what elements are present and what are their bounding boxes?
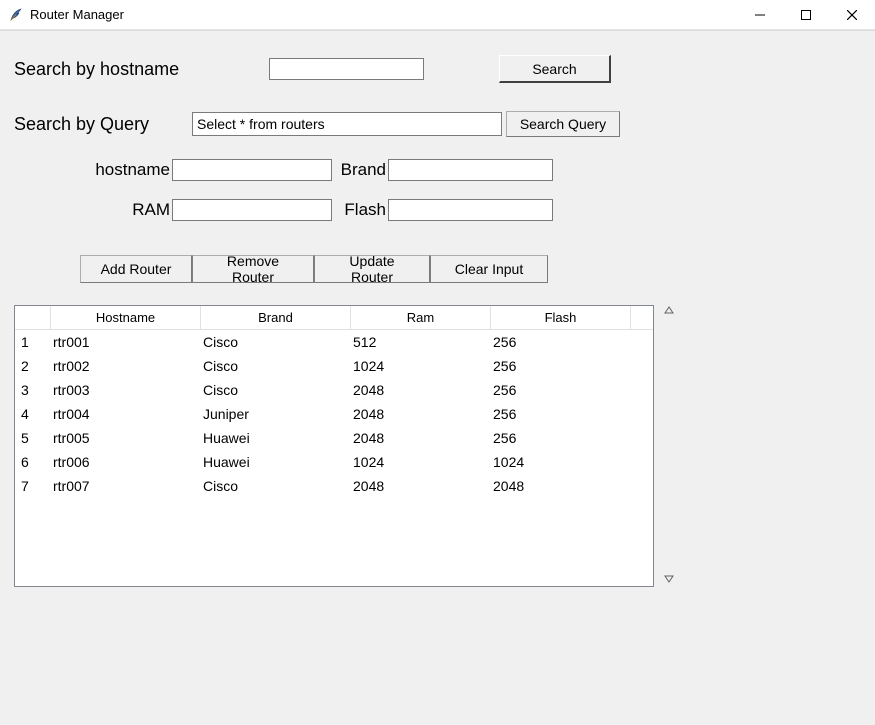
cell-brand: Cisco: [201, 334, 351, 350]
hostname-label: hostname: [86, 160, 172, 180]
cell-flash: 256: [491, 430, 631, 446]
table-scrollbar[interactable]: [660, 305, 677, 587]
cell-hostname: rtr004: [51, 406, 201, 422]
brand-input[interactable]: [388, 159, 553, 181]
table-body: 1rtr001Cisco5122562rtr002Cisco10242563rt…: [15, 330, 653, 498]
scroll-up-icon[interactable]: [660, 305, 677, 318]
cell-ram: 1024: [351, 358, 491, 374]
cell-ram: 2048: [351, 478, 491, 494]
cell-ram: 2048: [351, 430, 491, 446]
cell-flash: 256: [491, 334, 631, 350]
cell-hostname: rtr005: [51, 430, 201, 446]
cell-hostname: rtr001: [51, 334, 201, 350]
cell-brand: Cisco: [201, 478, 351, 494]
search-hostname-label: Search by hostname: [14, 59, 269, 80]
cell-brand: Juniper: [201, 406, 351, 422]
cell-brand: Cisco: [201, 358, 351, 374]
cell-brand: Huawei: [201, 454, 351, 470]
cell-id: 3: [15, 382, 51, 398]
scroll-down-icon[interactable]: [660, 574, 677, 587]
cell-hostname: rtr007: [51, 478, 201, 494]
table-header: Hostname Brand Ram Flash: [15, 306, 653, 330]
cell-flash: 256: [491, 406, 631, 422]
maximize-button[interactable]: [783, 0, 829, 30]
cell-hostname: rtr006: [51, 454, 201, 470]
window-controls: [737, 0, 875, 30]
table-row[interactable]: 4rtr004Juniper2048256: [15, 402, 653, 426]
router-table[interactable]: Hostname Brand Ram Flash 1rtr001Cisco512…: [14, 305, 654, 587]
table-row[interactable]: 2rtr002Cisco1024256: [15, 354, 653, 378]
cell-flash: 256: [491, 358, 631, 374]
cell-id: 4: [15, 406, 51, 422]
cell-hostname: rtr002: [51, 358, 201, 374]
table-row[interactable]: 7rtr007Cisco20482048: [15, 474, 653, 498]
add-router-button[interactable]: Add Router: [80, 255, 192, 283]
cell-id: 2: [15, 358, 51, 374]
search-button[interactable]: Search: [499, 55, 611, 83]
cell-flash: 2048: [491, 478, 631, 494]
table-row[interactable]: 1rtr001Cisco512256: [15, 330, 653, 354]
client-area: Search by hostname Search Search by Quer…: [0, 30, 875, 725]
cell-flash: 1024: [491, 454, 631, 470]
cell-ram: 2048: [351, 406, 491, 422]
hostname-input[interactable]: [172, 159, 332, 181]
search-query-input[interactable]: [192, 112, 502, 136]
table-header-id[interactable]: [15, 306, 51, 329]
close-button[interactable]: [829, 0, 875, 30]
cell-flash: 256: [491, 382, 631, 398]
table-header-flash[interactable]: Flash: [491, 306, 631, 329]
minimize-button[interactable]: [737, 0, 783, 30]
cell-brand: Cisco: [201, 382, 351, 398]
table-header-brand[interactable]: Brand: [201, 306, 351, 329]
cell-id: 1: [15, 334, 51, 350]
titlebar: Router Manager: [0, 0, 875, 30]
table-header-ram[interactable]: Ram: [351, 306, 491, 329]
flash-input[interactable]: [388, 199, 553, 221]
cell-id: 5: [15, 430, 51, 446]
cell-ram: 512: [351, 334, 491, 350]
table-row[interactable]: 3rtr003Cisco2048256: [15, 378, 653, 402]
search-hostname-input[interactable]: [269, 58, 424, 80]
table-header-hostname[interactable]: Hostname: [51, 306, 201, 329]
flash-label: Flash: [332, 200, 388, 220]
brand-label: Brand: [332, 160, 388, 180]
app-feather-icon: [8, 7, 24, 23]
clear-input-button[interactable]: Clear Input: [430, 255, 548, 283]
search-query-label: Search by Query: [14, 114, 192, 135]
table-row[interactable]: 6rtr006Huawei10241024: [15, 450, 653, 474]
cell-ram: 2048: [351, 382, 491, 398]
search-query-button[interactable]: Search Query: [506, 111, 620, 137]
table-row[interactable]: 5rtr005Huawei2048256: [15, 426, 653, 450]
cell-ram: 1024: [351, 454, 491, 470]
update-router-button[interactable]: Update Router: [314, 255, 430, 283]
cell-id: 7: [15, 478, 51, 494]
ram-label: RAM: [86, 200, 172, 220]
cell-brand: Huawei: [201, 430, 351, 446]
remove-router-button[interactable]: Remove Router: [192, 255, 314, 283]
cell-hostname: rtr003: [51, 382, 201, 398]
ram-input[interactable]: [172, 199, 332, 221]
cell-id: 6: [15, 454, 51, 470]
window-title: Router Manager: [30, 7, 124, 22]
action-button-group: Add Router Remove Router Update Router C…: [80, 255, 548, 283]
